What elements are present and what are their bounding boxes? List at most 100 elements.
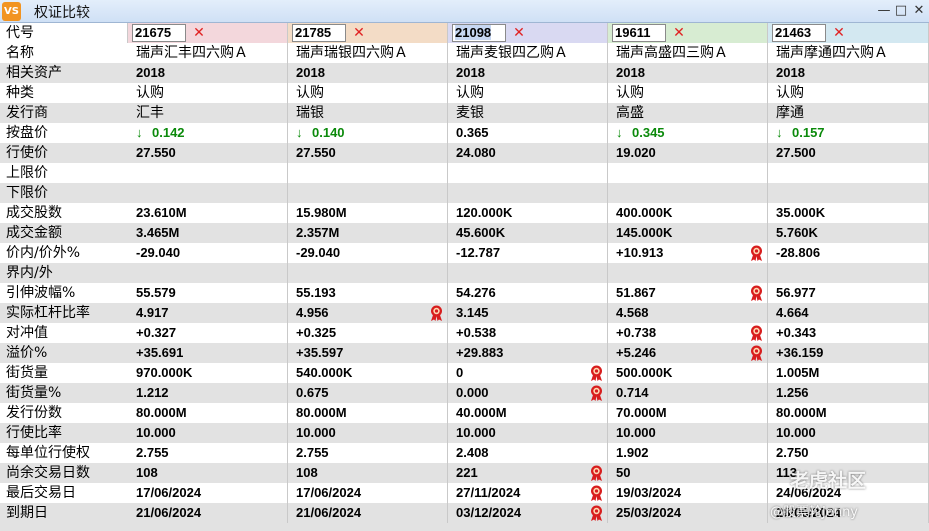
cell-value: 2018: [456, 65, 485, 80]
cell-value: 540.000K: [296, 365, 353, 380]
cell-value: 0.140: [312, 125, 345, 140]
table-cell: 瑞声麦银四乙购Ａ: [448, 43, 608, 63]
cell-value: 2.408: [456, 445, 489, 460]
table-cell: 55.193: [288, 283, 448, 303]
table-cell: [128, 183, 288, 203]
table-cell: 瑞声摩通四六购Ａ: [768, 43, 929, 63]
cell-value: 1.256: [776, 385, 809, 400]
table-cell: 0.000: [448, 383, 608, 403]
table-cell: 15.980M: [288, 203, 448, 223]
cell-value: 19.020: [616, 145, 656, 160]
table-cell: [608, 163, 768, 183]
table-cell: [288, 263, 448, 283]
table-cell: 4.956: [288, 303, 448, 323]
table-cell: 瑞声汇丰四六购Ａ: [128, 43, 288, 63]
code-input[interactable]: 19611: [612, 24, 666, 42]
table-cell: 4.917: [128, 303, 288, 323]
table-cell: 1.256: [768, 383, 929, 403]
table-cell: [448, 183, 608, 203]
code-input[interactable]: 21785: [292, 24, 346, 42]
cell-value: 108: [296, 465, 318, 480]
table-cell: 25/03/2024: [608, 503, 768, 523]
table-cell: 5.760K: [768, 223, 929, 243]
cell-value: 0.157: [792, 125, 825, 140]
code-input[interactable]: 21675: [132, 24, 186, 42]
table-cell: 27/11/2024: [448, 483, 608, 503]
table-cell: +10.913: [608, 243, 768, 263]
row-label: 成交金额: [0, 223, 128, 243]
cell-value: 3.465M: [136, 225, 180, 240]
cell-value: 4.568: [616, 305, 649, 320]
table-cell: 1.902: [608, 443, 768, 463]
code-input[interactable]: 21463: [772, 24, 826, 42]
table-cell: 2018: [608, 63, 768, 83]
medal-icon: [591, 385, 602, 401]
table-cell: 10.000: [448, 423, 608, 443]
table-cell: 2.750: [768, 443, 929, 463]
row-label: 行使价: [0, 143, 128, 163]
cell-value: 1.902: [616, 445, 649, 460]
cell-value: +10.913: [616, 245, 664, 260]
medal-icon: [591, 505, 602, 521]
cell-value: 03/12/2024: [456, 505, 522, 520]
code-value: 21785: [295, 25, 332, 40]
row-label: 每单位行使权: [0, 443, 128, 463]
cell-value: 4.664: [776, 305, 809, 320]
close-x-icon[interactable]: ✕: [671, 24, 687, 42]
table-cell: 2.755: [128, 443, 288, 463]
table-bottom-strip: [288, 523, 448, 531]
cell-value: 10.000: [136, 425, 176, 440]
table-cell: [288, 163, 448, 183]
table-bottom-strip: [448, 523, 608, 531]
maximize-button[interactable]: □: [893, 2, 909, 20]
table-cell: 高盛: [608, 103, 768, 123]
cell-value: -29.040: [136, 245, 181, 260]
table-cell: 55.579: [128, 283, 288, 303]
cell-value: 500.000K: [616, 365, 673, 380]
table-cell: [768, 163, 929, 183]
row-label: 尚余交易日数: [0, 463, 128, 483]
cell-value: 2.750: [776, 445, 809, 460]
table-cell: -29.040: [288, 243, 448, 263]
table-cell: 2.755: [288, 443, 448, 463]
close-button[interactable]: ✕: [911, 2, 927, 20]
close-x-icon[interactable]: ✕: [191, 24, 207, 42]
cell-value: -12.787: [456, 245, 501, 260]
table-cell: 17/06/2024: [288, 483, 448, 503]
table-cell: 瑞声瑞银四六购Ａ: [288, 43, 448, 63]
cell-value: 120.000K: [456, 205, 513, 220]
table-cell: 0.365: [448, 123, 608, 143]
cell-value: +0.343: [776, 325, 817, 340]
medal-icon: [751, 245, 762, 261]
table-cell: 21/06/2024: [288, 503, 448, 523]
row-label: 成交股数: [0, 203, 128, 223]
cell-value: 45.600K: [456, 225, 506, 240]
row-label: 下限价: [0, 183, 128, 203]
cell-value: 55.579: [136, 285, 176, 300]
table-cell: 0: [448, 363, 608, 383]
cell-value: -29.040: [296, 245, 341, 260]
close-x-icon[interactable]: ✕: [351, 24, 367, 42]
table-cell: 19.020: [608, 143, 768, 163]
table-cell: +35.691: [128, 343, 288, 363]
table-bottom-strip: [768, 523, 929, 531]
code-input[interactable]: 21098: [452, 24, 506, 42]
close-x-icon[interactable]: ✕: [831, 24, 847, 42]
cell-value: +35.597: [296, 345, 344, 360]
minimize-button[interactable]: —: [876, 2, 892, 20]
cell-value: 瑞声汇丰四六购Ａ: [136, 45, 248, 61]
cell-value: 50: [616, 465, 631, 480]
table-cell: 120.000K: [448, 203, 608, 223]
cell-value: 10.000: [776, 425, 816, 440]
code-value: 19611: [615, 25, 651, 40]
cell-value: 10.000: [456, 425, 496, 440]
close-x-icon[interactable]: ✕: [511, 24, 527, 42]
table-cell: [608, 263, 768, 283]
cell-value: 56.977: [776, 285, 816, 300]
medal-icon: [591, 365, 602, 381]
table-cell: 摩通: [768, 103, 929, 123]
cell-value: +35.691: [136, 345, 184, 360]
table-cell: +36.159: [768, 343, 929, 363]
row-label: 种类: [0, 83, 128, 103]
table-cell: 54.276: [448, 283, 608, 303]
